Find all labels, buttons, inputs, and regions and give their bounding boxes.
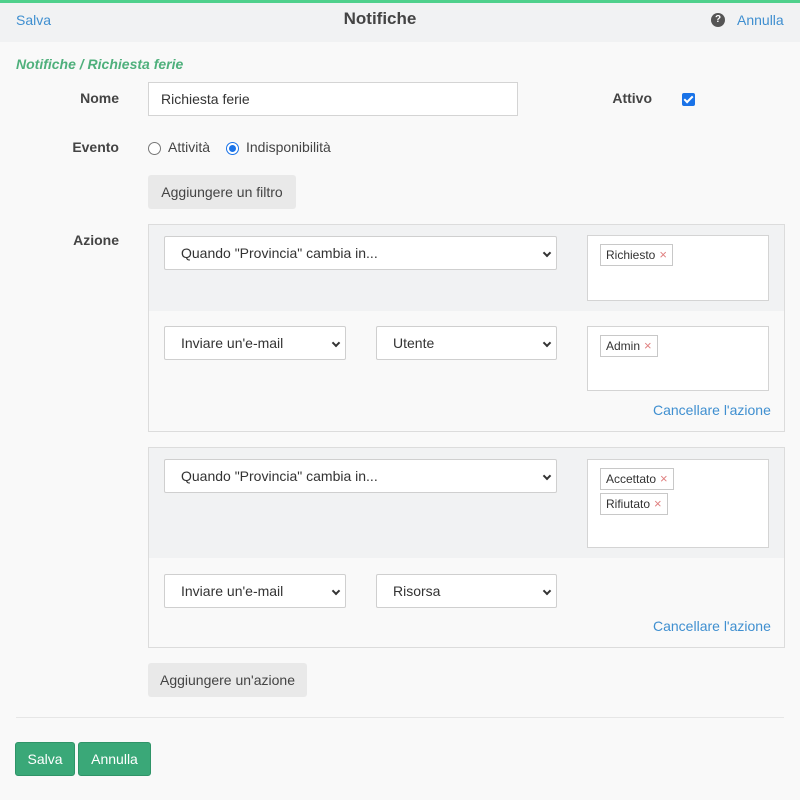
- condition-select[interactable]: Quando "Provincia" cambia in...: [164, 236, 557, 270]
- action-type-select-value: Inviare un'e-mail: [181, 583, 284, 599]
- add-action-button[interactable]: Aggiungere un'azione: [148, 663, 307, 697]
- condition-tags-field[interactable]: Richiesto ×: [587, 235, 769, 301]
- chevron-down-icon: [542, 248, 552, 258]
- recipient-select-value: Utente: [393, 335, 435, 351]
- action-label: Azione: [73, 232, 119, 248]
- tag-chip: Accettato ×: [600, 468, 674, 490]
- tag-label: Richiesto: [606, 248, 656, 262]
- delete-action-link[interactable]: Cancellare l'azione: [653, 402, 771, 418]
- condition-select-value: Quando "Provincia" cambia in...: [181, 245, 378, 261]
- condition-select[interactable]: Quando "Provincia" cambia in...: [164, 459, 557, 493]
- event-label: Evento: [72, 139, 119, 155]
- chevron-down-icon: [542, 471, 552, 481]
- action-type-select-value: Inviare un'e-mail: [181, 335, 284, 351]
- tag-label: Rifiutato: [606, 497, 651, 511]
- cut-off-text: [16, 794, 536, 800]
- event-radio-activity[interactable]: [148, 142, 161, 155]
- active-checkbox[interactable]: [682, 93, 695, 106]
- chevron-down-icon: [542, 338, 552, 348]
- event-option-unavailability-label: Indisponibilità: [246, 139, 331, 155]
- tag-chip: Rifiutato ×: [600, 493, 668, 515]
- recipient-tags-field[interactable]: Admin ×: [587, 326, 769, 391]
- chevron-down-icon: [331, 586, 341, 596]
- header-cancel-link[interactable]: Annulla: [737, 12, 784, 28]
- active-label: Attivo: [612, 90, 652, 106]
- name-label: Nome: [80, 90, 119, 106]
- recipient-select-value: Risorsa: [393, 583, 441, 599]
- save-button[interactable]: Salva: [15, 742, 75, 776]
- condition-tags-field[interactable]: Accettato × Rifiutato ×: [587, 459, 769, 548]
- action-panel-2: Quando "Provincia" cambia in... Accettat…: [148, 447, 785, 648]
- delete-action-link[interactable]: Cancellare l'azione: [653, 618, 771, 634]
- remove-tag-icon[interactable]: ×: [654, 496, 662, 511]
- name-input[interactable]: Richiesta ferie: [148, 82, 518, 116]
- chevron-down-icon: [331, 338, 341, 348]
- recipient-select[interactable]: Utente: [376, 326, 557, 360]
- help-icon[interactable]: ?: [711, 13, 725, 27]
- event-option-activity-label: Attività: [168, 139, 211, 155]
- add-filter-button[interactable]: Aggiungere un filtro: [148, 175, 296, 209]
- remove-tag-icon[interactable]: ×: [660, 471, 668, 486]
- action-panel-1: Quando "Provincia" cambia in... Richiest…: [148, 224, 785, 432]
- chevron-down-icon: [542, 586, 552, 596]
- event-radio-unavailability[interactable]: [226, 142, 239, 155]
- page-title: Notifiche: [343, 9, 417, 28]
- tag-label: Admin: [606, 339, 641, 353]
- tag-chip: Admin ×: [600, 335, 658, 357]
- tag-chip: Richiesto ×: [600, 244, 673, 266]
- action-type-select[interactable]: Inviare un'e-mail: [164, 574, 346, 608]
- condition-select-value: Quando "Provincia" cambia in...: [181, 468, 378, 484]
- breadcrumb: Notifiche / Richiesta ferie: [16, 56, 184, 72]
- divider: [16, 717, 784, 718]
- top-bar: Salva Notifiche ? Annulla: [0, 0, 800, 42]
- action-type-select[interactable]: Inviare un'e-mail: [164, 326, 346, 360]
- cancel-button[interactable]: Annulla: [78, 742, 151, 776]
- remove-tag-icon[interactable]: ×: [659, 247, 667, 262]
- tag-label: Accettato: [606, 472, 657, 486]
- remove-tag-icon[interactable]: ×: [644, 338, 652, 353]
- recipient-select[interactable]: Risorsa: [376, 574, 557, 608]
